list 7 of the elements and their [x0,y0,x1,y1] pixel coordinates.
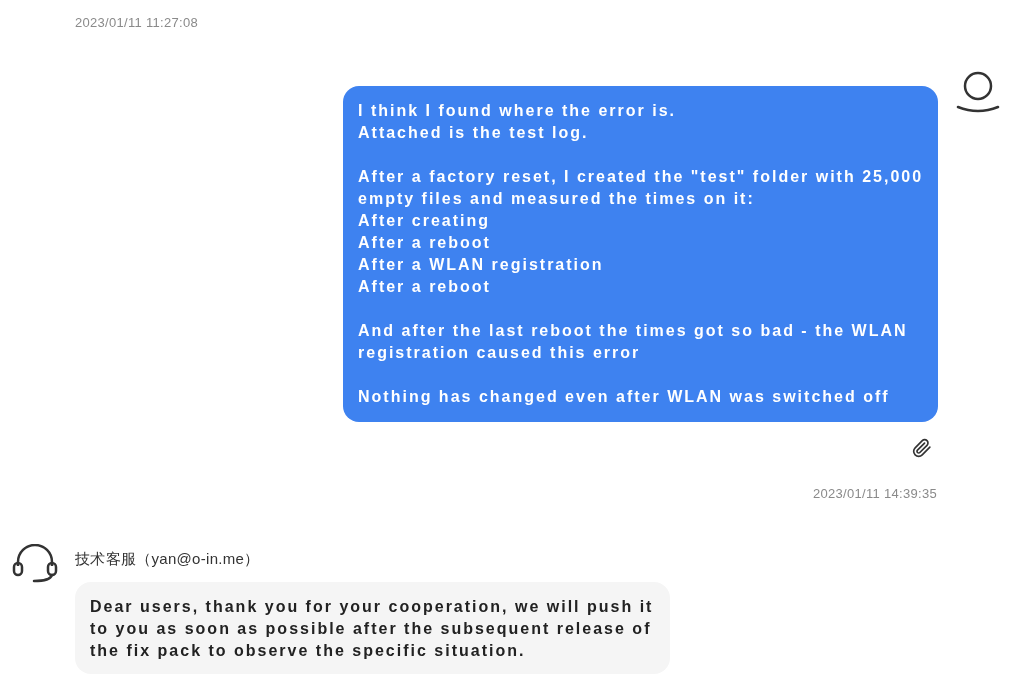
message-bubble: Dear users, thank you for your cooperation, we will push it to you as soon as possible after the subsequent release of the fix pack to observe the specific situation. [75,582,670,674]
timestamp: 2023/01/11 14:39:35 [813,485,937,503]
sender-name: 技术客服（yan@o-in.me） [75,548,261,569]
headset-icon [12,543,58,584]
paperclip-icon[interactable] [912,438,932,458]
message-bubble: I think I found where the error is. Attached is the test log. After a factory reset, I created the "test" folder with 25,000 empty files and measured the times on it: After creating After a reboot After a WLAN registration After a reboot And after the last reboot the times got so bad - the WLAN registration caused this error Nothing has changed even after WLAN was switched off [343,86,938,422]
timestamp: 2023/01/11 11:27:08 [75,15,199,30]
